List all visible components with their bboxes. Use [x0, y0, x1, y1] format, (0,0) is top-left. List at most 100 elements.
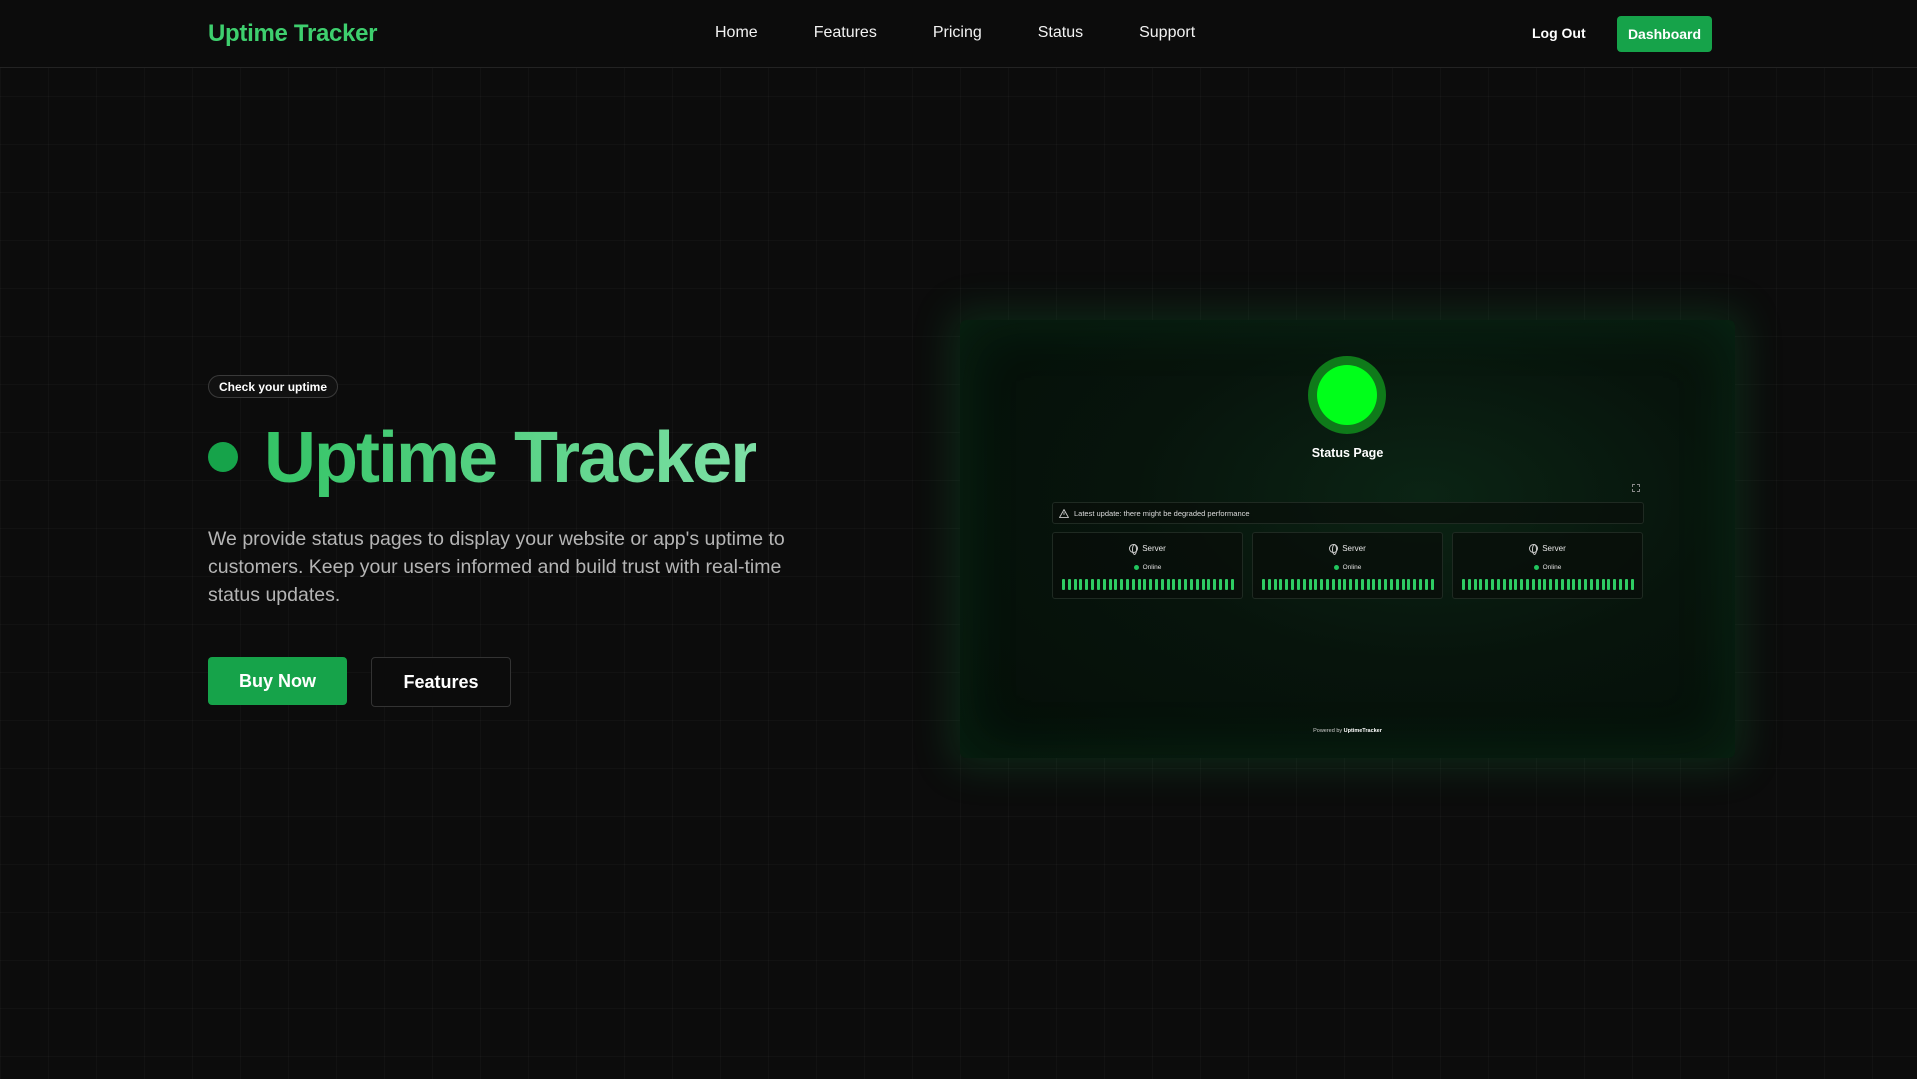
uptime-bar-segment — [1325, 579, 1329, 590]
powered-brand[interactable]: UptimeTracker — [1344, 728, 1382, 734]
powered-prefix: Powered by — [1313, 728, 1343, 734]
server-status: Online — [1142, 564, 1162, 571]
uptime-bar-segment — [1189, 579, 1193, 590]
uptime-bar-segment — [1230, 579, 1234, 590]
uptime-bar-segment — [1337, 579, 1341, 590]
uptime-bar-segment — [1630, 579, 1634, 590]
uptime-bar-segment — [1267, 579, 1271, 590]
uptime-bar-segment — [1572, 579, 1576, 590]
nav-home[interactable]: Home — [715, 24, 758, 42]
hero-title: Uptime Tracker — [264, 418, 758, 498]
uptime-bar-segment — [1479, 579, 1483, 590]
uptime-bar-segment — [1543, 579, 1547, 590]
uptime-bar-segment — [1331, 579, 1335, 590]
uptime-bar-segment — [1467, 579, 1471, 590]
uptime-bars — [1062, 579, 1234, 590]
uptime-bar-segment — [1462, 579, 1465, 590]
uptime-bar-segment — [1366, 579, 1370, 590]
nav-links: Home Features Pricing Status Support — [715, 24, 1251, 42]
online-dot-icon — [1133, 565, 1139, 570]
uptime-bar-segment — [1389, 579, 1393, 590]
warning-icon — [1059, 508, 1069, 518]
globe-icon — [1129, 544, 1139, 555]
uptime-bar-segment — [1218, 579, 1222, 590]
uptime-bar-segment — [1320, 579, 1324, 590]
uptime-bar-segment — [1618, 579, 1622, 590]
uptime-bar-segment — [1178, 579, 1182, 590]
server-status: Online — [1542, 564, 1562, 571]
uptime-bar-segment — [1314, 579, 1318, 590]
uptime-bar-segment — [1566, 579, 1570, 590]
uptime-bar-segment — [1601, 579, 1605, 590]
server-status: Online — [1342, 564, 1362, 571]
uptime-bar-segment — [1213, 579, 1217, 590]
uptime-bar-segment — [1262, 579, 1265, 590]
dashboard-button[interactable]: Dashboard — [1617, 16, 1712, 52]
uptime-bar-segment — [1491, 579, 1495, 590]
status-page-preview: Status Page Latest update: there might b… — [960, 320, 1735, 758]
uptime-bar-segment — [1595, 579, 1599, 590]
server-name: Server — [1142, 544, 1166, 553]
uptime-bar-segment — [1062, 579, 1065, 590]
uptime-bar-segment — [1589, 579, 1593, 590]
preview-title: Status Page — [1311, 446, 1384, 460]
logout-link[interactable]: Log Out — [1532, 25, 1586, 41]
uptime-bar-segment — [1520, 579, 1524, 590]
uptime-bar-segment — [1273, 579, 1277, 590]
buy-now-button[interactable]: Buy Now — [208, 657, 347, 705]
hero-badge: Check your uptime — [208, 375, 339, 398]
uptime-bar-segment — [1308, 579, 1312, 590]
uptime-bar-segment — [1184, 579, 1188, 590]
globe-icon — [1529, 544, 1539, 555]
uptime-bar-segment — [1624, 579, 1628, 590]
nav-support[interactable]: Support — [1139, 24, 1195, 42]
uptime-bar-segment — [1496, 579, 1500, 590]
uptime-bar-segment — [1120, 579, 1124, 590]
uptime-bar-segment — [1160, 579, 1164, 590]
uptime-bar-segment — [1514, 579, 1518, 590]
uptime-bar-segment — [1137, 579, 1141, 590]
uptime-bar-segment — [1091, 579, 1095, 590]
uptime-bar-segment — [1172, 579, 1176, 590]
uptime-bar-segment — [1085, 579, 1089, 590]
uptime-bar-segment — [1384, 579, 1388, 590]
uptime-bar-segment — [1395, 579, 1399, 590]
uptime-bar-segment — [1108, 579, 1112, 590]
nav-features[interactable]: Features — [814, 24, 877, 42]
status-indicator-icon — [1308, 356, 1386, 434]
uptime-bar-segment — [1613, 579, 1617, 590]
landing-page: Uptime Tracker Home Features Pricing Sta… — [0, 0, 1917, 1079]
uptime-bar-segment — [1531, 579, 1535, 590]
uptime-bar-segment — [1149, 579, 1153, 590]
uptime-bar-segment — [1296, 579, 1300, 590]
server-card: Server Online — [1052, 532, 1243, 599]
uptime-bar-segment — [1114, 579, 1118, 590]
uptime-bar-segment — [1560, 579, 1564, 590]
uptime-bar-segment — [1508, 579, 1512, 590]
uptime-bar-segment — [1584, 579, 1588, 590]
online-dot-icon — [1333, 565, 1339, 570]
expand-icon[interactable] — [1632, 484, 1640, 492]
update-banner: Latest update: there might be degraded p… — [1052, 502, 1644, 524]
server-name: Server — [1542, 544, 1566, 553]
uptime-bar-segment — [1073, 579, 1077, 590]
features-button[interactable]: Features — [371, 657, 511, 707]
uptime-bar-segment — [1125, 579, 1129, 590]
server-cards: Server Online Server Online Server Onlin… — [1052, 532, 1643, 599]
nav-status[interactable]: Status — [1038, 24, 1083, 42]
status-indicator-core — [1317, 365, 1377, 425]
nav-pricing[interactable]: Pricing — [933, 24, 982, 42]
uptime-bar-segment — [1349, 579, 1353, 590]
uptime-bar-segment — [1401, 579, 1405, 590]
online-dot-icon — [1533, 565, 1539, 570]
uptime-bars — [1262, 579, 1434, 590]
uptime-bar-segment — [1201, 579, 1205, 590]
uptime-bar-segment — [1155, 579, 1158, 590]
uptime-bar-segment — [1224, 579, 1228, 590]
uptime-bar-segment — [1407, 579, 1411, 590]
uptime-bar-segment — [1079, 579, 1083, 590]
logo[interactable]: Uptime Tracker — [208, 20, 378, 48]
uptime-bar-segment — [1549, 579, 1553, 590]
uptime-bar-segment — [1430, 579, 1434, 590]
uptime-bar-segment — [1418, 579, 1422, 590]
